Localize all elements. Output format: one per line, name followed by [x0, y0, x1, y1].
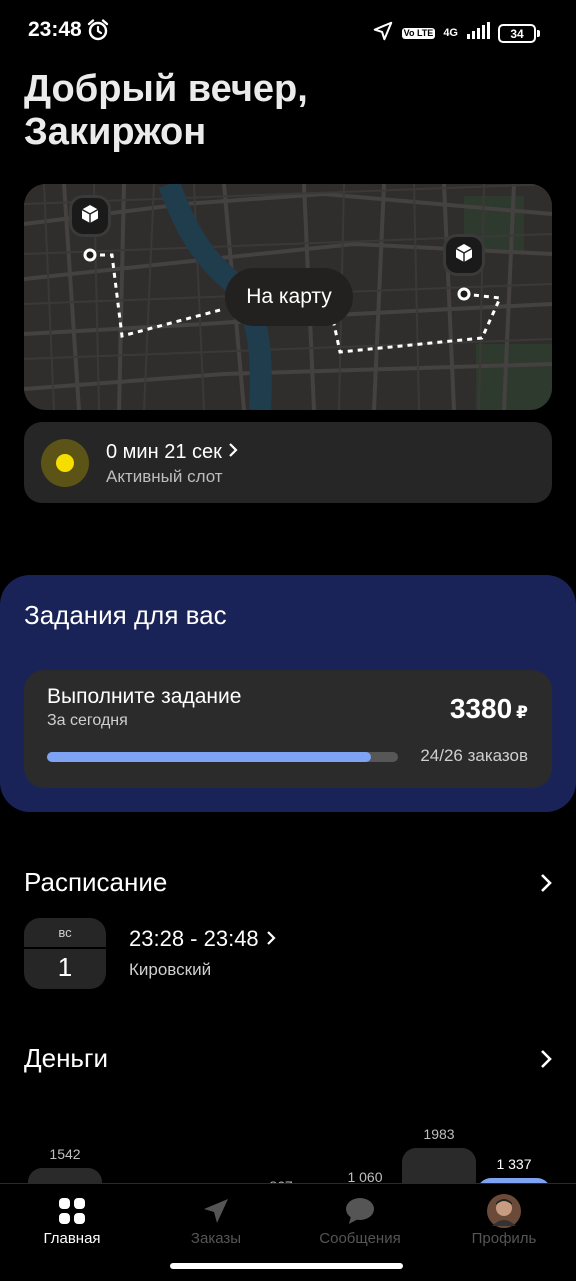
schedule-title[interactable]: Расписание — [24, 867, 167, 898]
earnings-bar[interactable] — [28, 1168, 102, 1183]
schedule-slot-area: Кировский — [129, 960, 212, 979]
network-type: 4G — [443, 27, 458, 39]
avatar — [487, 1194, 521, 1228]
map-card[interactable]: На карту — [24, 184, 552, 410]
nav-label-messages: Сообщения — [319, 1230, 401, 1247]
date-day: 1 — [57, 952, 73, 982]
greeting-line-1: Добрый вечер, — [24, 68, 308, 110]
active-slot-card[interactable]: 0 мин 21 сек Активный слот — [24, 422, 552, 503]
greeting-name: Закиржон — [24, 111, 207, 153]
earnings-chart: 15428671 06019831 337 — [0, 1100, 576, 1183]
battery-icon: 34 — [498, 24, 540, 43]
greeting: Добрый вечер, Закиржон — [24, 68, 308, 154]
map-pin-start — [69, 195, 111, 237]
nav-item-messages[interactable]: Сообщения — [288, 1184, 432, 1254]
map-pin-end — [443, 234, 485, 276]
open-map-button[interactable]: На карту — [225, 268, 353, 326]
task-card[interactable]: Выполните задание За сегодня 3380 ₽ 24/26… — [24, 670, 552, 788]
date-weekday: вс — [58, 925, 72, 940]
earnings-bar-label: 1542 — [49, 1146, 81, 1163]
alarm-icon — [86, 18, 110, 47]
slot-timer: 0 мин 21 сек — [106, 441, 239, 464]
money-title[interactable]: Деньги — [24, 1043, 108, 1074]
nav-label-profile: Профиль — [471, 1230, 537, 1247]
earnings-bar-label: 1 060 — [347, 1168, 383, 1183]
tasks-title: Задания для вас — [24, 600, 227, 630]
slot-timer-value: 0 мин 21 сек — [106, 441, 222, 463]
package-icon — [454, 243, 474, 268]
chevron-right-icon[interactable] — [538, 1048, 554, 1075]
chevron-right-icon[interactable] — [538, 872, 554, 899]
tasks-section: Задания для вас Выполните задание За сег… — [0, 575, 576, 812]
nav-item-profile[interactable]: Профиль — [432, 1184, 576, 1254]
chevron-right-icon — [265, 926, 277, 951]
task-period: За сегодня — [47, 712, 128, 729]
chevron-right-icon — [227, 441, 239, 463]
nav-item-home[interactable]: Главная — [0, 1184, 144, 1254]
signal-icon — [466, 22, 490, 45]
package-icon — [80, 204, 100, 229]
task-reward: 3380 ₽ — [450, 693, 528, 725]
chat-bubble-icon — [345, 1196, 375, 1226]
home-indicator — [170, 1263, 403, 1269]
nav-label-orders: Заказы — [190, 1230, 242, 1247]
battery-level: 34 — [498, 24, 536, 43]
currency-symbol: ₽ — [516, 703, 528, 722]
nav-item-orders[interactable]: Заказы — [144, 1184, 288, 1254]
earnings-bar-label: 1983 — [423, 1126, 455, 1142]
location-icon — [372, 20, 394, 47]
task-progress-bar — [47, 752, 398, 762]
earnings-bar-label: 1 337 — [496, 1155, 532, 1172]
status-icons: Vo LTE 4G 34 — [372, 20, 540, 47]
schedule-slot-time[interactable]: 23:28 - 23:48 — [129, 926, 277, 952]
task-title: Выполните задание — [47, 685, 242, 708]
nav-label-home: Главная — [43, 1230, 101, 1247]
volte-badge: Vo LTE — [401, 28, 436, 39]
grid-icon — [58, 1196, 86, 1226]
date-badge: вс 1 — [24, 918, 106, 989]
status-bar: 23:48 Vo LTE 4G 34 — [0, 0, 576, 62]
navigation-arrow-icon — [202, 1196, 230, 1226]
slot-status-indicator — [41, 439, 89, 487]
schedule-slot-time-value: 23:28 - 23:48 — [129, 926, 259, 951]
task-progress-text: 24/26 заказов — [420, 746, 528, 765]
slot-label: Активный слот — [106, 467, 223, 486]
task-reward-amount: 3380 — [449, 693, 513, 724]
task-progress-fill — [47, 752, 371, 762]
status-time: 23:48 — [28, 18, 82, 41]
earnings-bar[interactable] — [402, 1148, 476, 1183]
